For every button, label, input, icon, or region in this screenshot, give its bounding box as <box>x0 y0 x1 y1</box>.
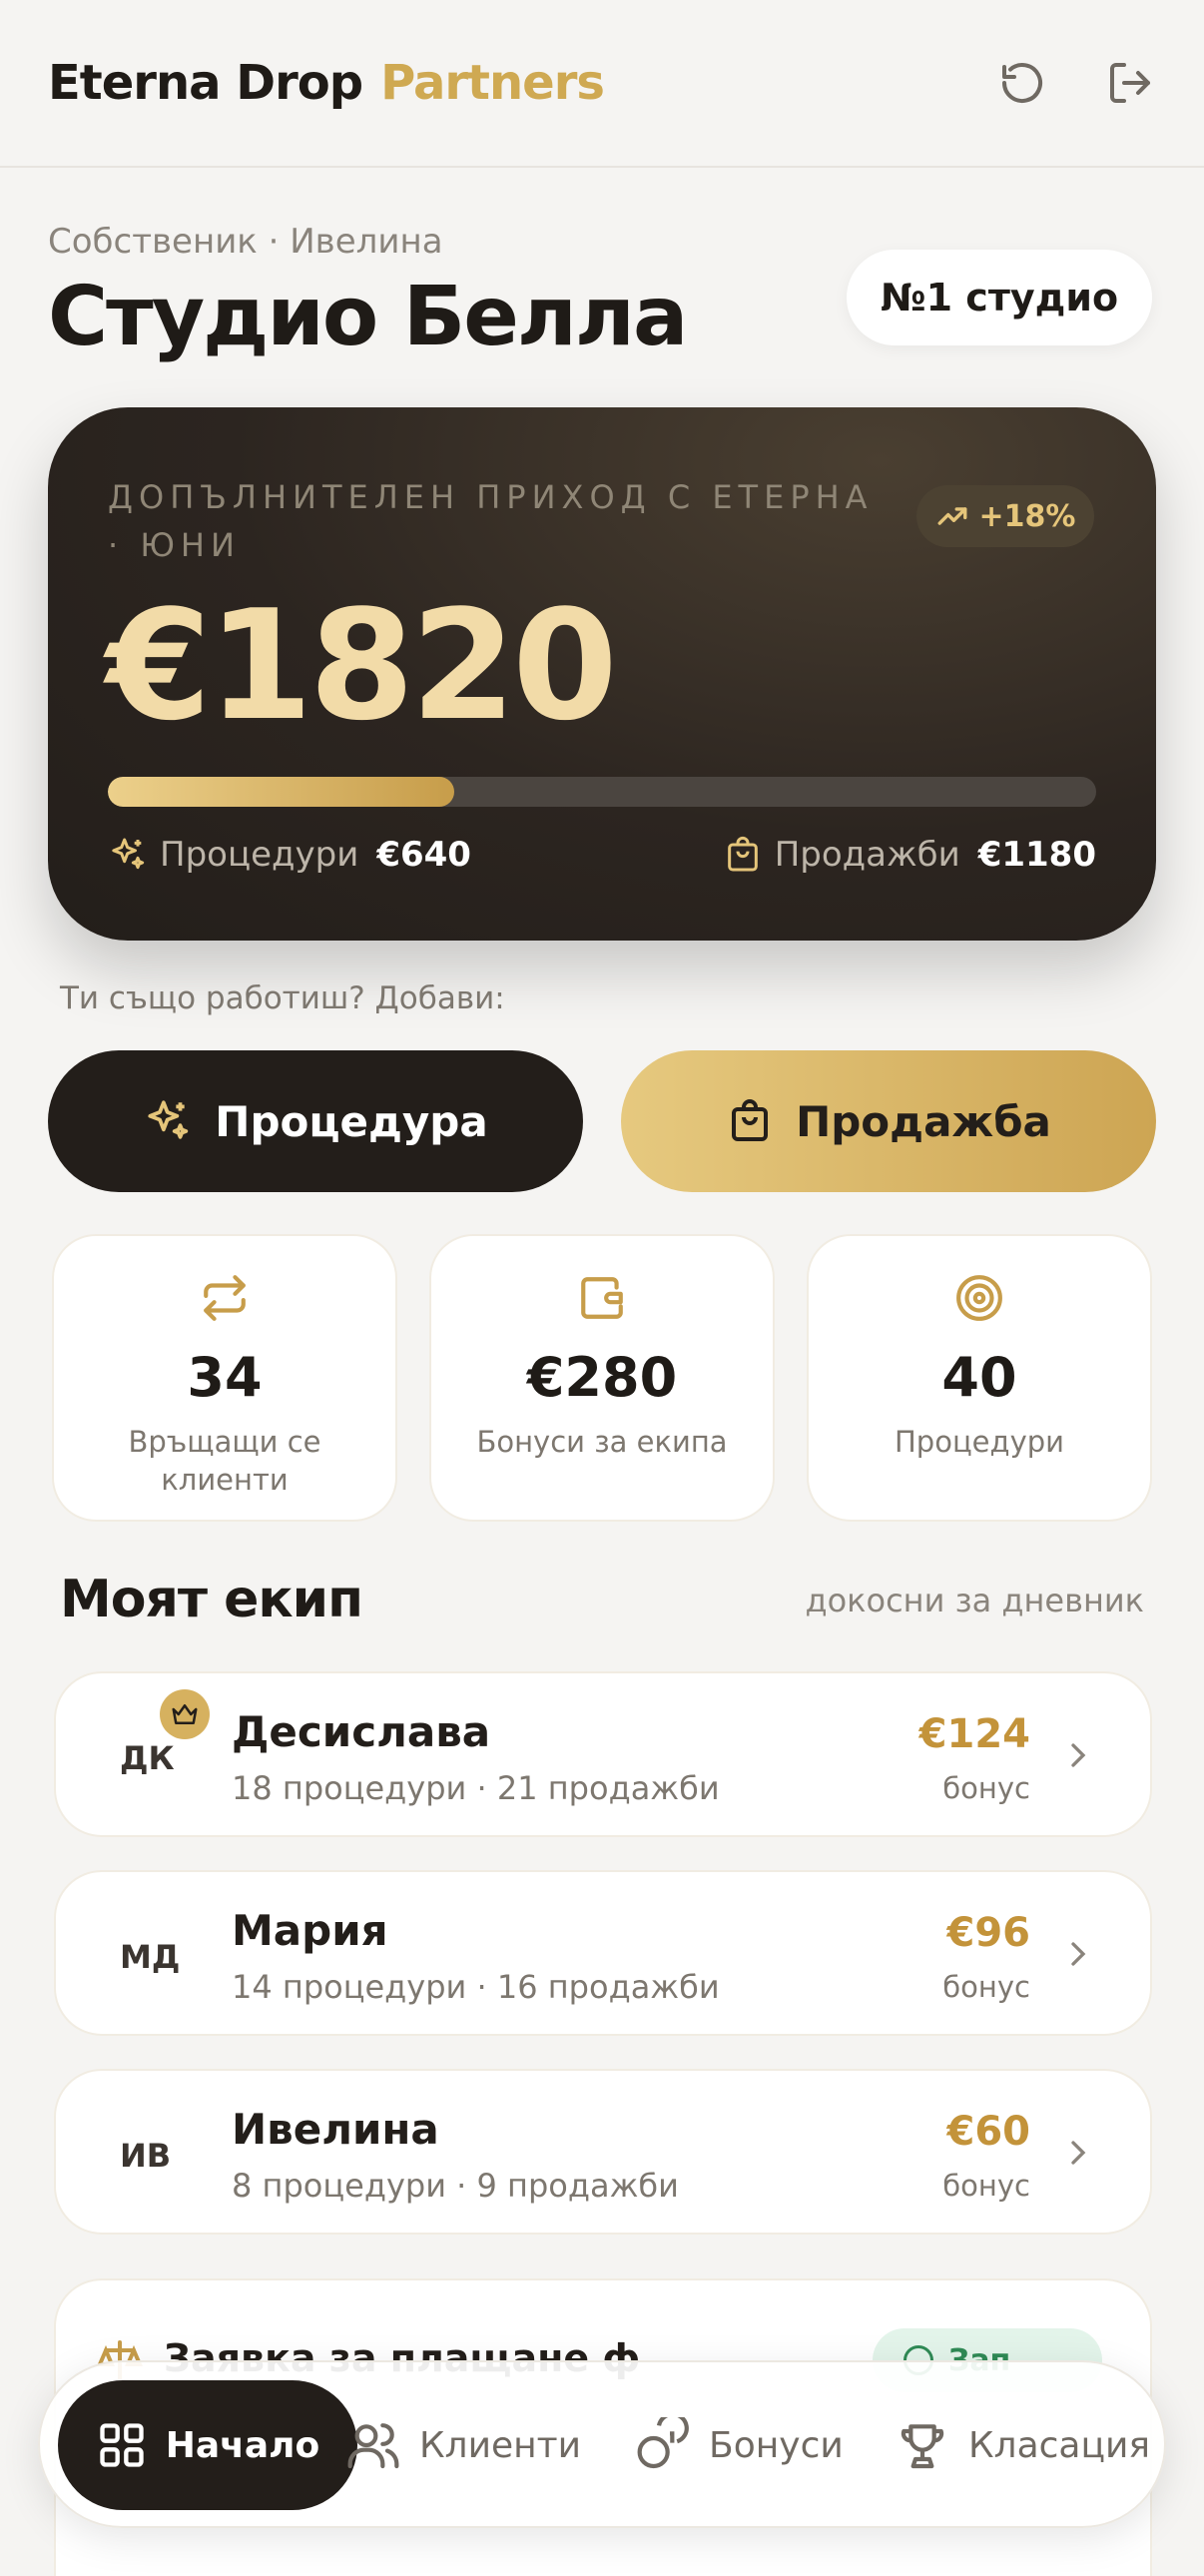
stat-value: 34 <box>187 1346 263 1409</box>
page-title: Студио Белла <box>48 270 688 364</box>
revenue-progress-fill <box>108 777 454 807</box>
target-icon <box>954 1270 1004 1326</box>
sales-revenue: Продажби €1180 <box>723 835 1096 875</box>
sparkles-icon <box>112 838 145 870</box>
trophy-icon <box>901 2424 944 2469</box>
nav-item-label: Клиенти <box>419 2424 582 2466</box>
revenue-card: ДОПЪЛНИТЕЛЕН ПРИХОД С ЕТЕРНА · ЮНИ +18% … <box>48 407 1156 941</box>
stat-label: Връщащи се клиенти <box>128 1425 321 1497</box>
member-bonus: €96 <box>946 1910 1031 1956</box>
shopping-bag-icon <box>732 1099 769 1141</box>
bottom-navigation: Начало Клиенти Бонуси Класация <box>38 2360 1166 2528</box>
member-summary: 14 процедури · 16 продажби <box>232 1968 720 2006</box>
stat-card-returning-clients: 34 Връщащи се клиенти <box>52 1234 397 1522</box>
trending-up-icon <box>937 507 966 525</box>
nav-item-label: Класация <box>968 2424 1151 2466</box>
trend-value: +18% <box>978 498 1076 534</box>
member-summary: 18 процедури · 21 продажби <box>232 1769 720 1807</box>
member-name: Ивелина <box>232 2105 439 2154</box>
member-avatar: ИВ <box>120 2137 172 2175</box>
wallet-icon <box>577 1270 627 1326</box>
member-bonus-label: бонус <box>942 2169 1030 2203</box>
owner-label: Собственик · Ивелина <box>48 222 443 262</box>
nav-item-home[interactable]: Начало <box>58 2380 357 2510</box>
brand-main: Eterna Drop <box>48 55 363 111</box>
chevron-right-icon <box>1058 1934 1098 1978</box>
add-sale-label: Продажба <box>796 1096 1051 1146</box>
stat-label: Процедури <box>894 1425 1064 1459</box>
member-avatar: МД <box>120 1938 181 1976</box>
repeat-icon <box>200 1270 250 1326</box>
add-procedure-button[interactable]: Процедура <box>48 1050 583 1192</box>
app-header: Eterna Drop Partners <box>0 0 1204 168</box>
stat-card-procedures: 40 Процедури <box>807 1234 1152 1522</box>
brand-accent: Partners <box>380 55 605 111</box>
rank-badge: №1 студио <box>847 250 1152 345</box>
add-procedure-label: Процедура <box>215 1096 488 1146</box>
team-member-row[interactable]: ИВ Ивелина 8 процедури · 9 продажби €60 … <box>54 2069 1152 2235</box>
revenue-label: ДОПЪЛНИТЕЛЕН ПРИХОД С ЕТЕРНА · ЮНИ <box>108 478 874 564</box>
shopping-bag-icon <box>727 836 758 872</box>
member-bonus-label: бонус <box>942 1970 1030 2004</box>
stat-label: Бонуси за екипа <box>476 1425 728 1459</box>
member-bonus: €124 <box>918 1711 1030 1757</box>
chevron-right-icon <box>1058 1735 1098 1779</box>
team-member-row[interactable]: ДК Десислава 18 процедури · 21 продажби … <box>54 1671 1152 1837</box>
trend-badge: +18% <box>916 485 1094 547</box>
member-bonus-label: бонус <box>942 1771 1030 1805</box>
stat-value: 40 <box>941 1346 1017 1409</box>
member-name: Десислава <box>232 1707 491 1756</box>
nav-item-bonuses[interactable]: Бонуси <box>635 2380 844 2510</box>
revenue-amount: €1820 <box>106 577 618 754</box>
stat-value: €280 <box>526 1346 678 1409</box>
nav-item-ranking[interactable]: Класация <box>895 2380 1150 2510</box>
nav-item-label: Бонуси <box>709 2424 844 2466</box>
crown-icon <box>160 1689 210 1739</box>
brand-logo: Eterna Drop Partners <box>48 55 605 111</box>
member-summary: 8 процедури · 9 продажби <box>232 2167 679 2205</box>
grid-icon <box>100 2423 144 2467</box>
add-sale-button[interactable]: Продажба <box>621 1050 1156 1192</box>
procedures-revenue: Процедури €640 <box>108 835 471 875</box>
sales-revenue-label: Продажби <box>774 835 960 875</box>
revenue-progress <box>108 777 1096 807</box>
team-section-hint: докосни за дневник <box>805 1582 1144 1619</box>
procedures-revenue-label: Процедури <box>160 835 359 875</box>
users-icon <box>347 2423 399 2469</box>
member-name: Мария <box>232 1906 388 1955</box>
chevron-right-icon <box>1058 2133 1098 2177</box>
logout-icon[interactable] <box>1104 57 1156 109</box>
team-member-row[interactable]: МД Мария 14 процедури · 16 продажби €96 … <box>54 1870 1152 2036</box>
member-avatar: ДК <box>120 1739 175 1777</box>
coins-icon <box>637 2417 689 2469</box>
sparkles-icon <box>148 1100 189 1139</box>
stat-card-team-bonuses: €280 Бонуси за екипа <box>429 1234 775 1522</box>
refresh-icon[interactable] <box>996 57 1048 109</box>
nav-item-label: Начало <box>165 2424 320 2466</box>
procedures-revenue-value: €640 <box>376 835 471 875</box>
sales-revenue-value: €1180 <box>977 835 1096 875</box>
add-prompt: Ти също работиш? Добави: <box>60 980 505 1016</box>
nav-item-clients[interactable]: Клиенти <box>345 2380 581 2510</box>
member-bonus: €60 <box>946 2109 1031 2155</box>
team-section-title: Моят екип <box>60 1570 363 1629</box>
